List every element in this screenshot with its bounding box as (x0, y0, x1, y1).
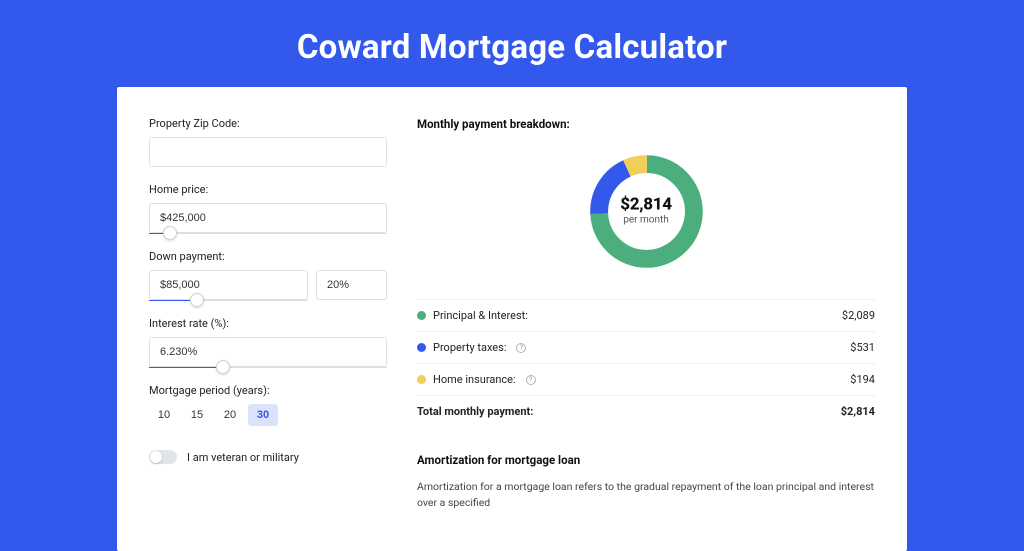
breakdown-column: Monthly payment breakdown: $2,814 per mo… (417, 117, 875, 511)
down-payment-amount-input[interactable] (149, 270, 308, 300)
interest-label: Interest rate (%): (149, 317, 387, 330)
period-field-group: Mortgage period (years): 10 15 20 30 (149, 384, 387, 426)
legend-label: Principal & Interest: (433, 309, 528, 322)
total-value: $2,814 (841, 405, 875, 418)
zip-field-group: Property Zip Code: (149, 117, 387, 167)
down-payment-slider[interactable] (149, 300, 308, 301)
legend-label: Home insurance: (433, 373, 516, 386)
interest-slider[interactable] (149, 367, 387, 368)
down-payment-field-group: Down payment: (149, 250, 387, 301)
donut-center: $2,814 per month (620, 194, 672, 225)
legend-value: $194 (850, 373, 875, 386)
home-price-input[interactable] (149, 203, 387, 233)
calculator-card: Property Zip Code: Home price: Down paym… (117, 87, 907, 551)
period-button-15[interactable]: 15 (182, 404, 212, 426)
legend-row-insurance: Home insurance: ? $194 (417, 363, 875, 395)
toggle-knob (150, 451, 162, 463)
period-button-group: 10 15 20 30 (149, 404, 387, 426)
legend-row-principal: Principal & Interest: $2,089 (417, 299, 875, 331)
slider-thumb[interactable] (163, 226, 177, 240)
legend-row-total: Total monthly payment: $2,814 (417, 395, 875, 427)
page-title: Coward Mortgage Calculator (0, 0, 1024, 87)
donut-per-month: per month (620, 214, 672, 225)
form-column: Property Zip Code: Home price: Down paym… (149, 117, 387, 511)
home-price-label: Home price: (149, 183, 387, 196)
veteran-toggle-row: I am veteran or military (149, 450, 387, 464)
down-payment-label: Down payment: (149, 250, 387, 263)
interest-field-group: Interest rate (%): (149, 317, 387, 368)
total-label: Total monthly payment: (417, 405, 533, 418)
legend-dot-icon (417, 343, 426, 352)
donut-chart-wrap: $2,814 per month (417, 145, 875, 274)
amortization-text: Amortization for a mortgage loan refers … (417, 479, 875, 511)
period-button-10[interactable]: 10 (149, 404, 179, 426)
veteran-label: I am veteran or military (187, 451, 299, 464)
home-price-slider[interactable] (149, 233, 387, 234)
down-payment-percent-input[interactable] (316, 270, 387, 300)
home-price-field-group: Home price: (149, 183, 387, 234)
info-icon[interactable]: ? (516, 343, 526, 353)
period-label: Mortgage period (years): (149, 384, 387, 397)
slider-thumb[interactable] (216, 360, 230, 374)
legend-value: $2,089 (842, 309, 875, 322)
donut-amount: $2,814 (620, 194, 672, 214)
zip-input[interactable] (149, 137, 387, 167)
interest-input[interactable] (149, 337, 387, 367)
amortization-title: Amortization for mortgage loan (417, 453, 875, 467)
legend-value: $531 (850, 341, 875, 354)
legend-dot-icon (417, 375, 426, 384)
legend-row-taxes: Property taxes: ? $531 (417, 331, 875, 363)
legend-dot-icon (417, 311, 426, 320)
slider-thumb[interactable] (190, 293, 204, 307)
period-button-30[interactable]: 30 (248, 404, 278, 426)
period-button-20[interactable]: 20 (215, 404, 245, 426)
zip-label: Property Zip Code: (149, 117, 387, 130)
breakdown-title: Monthly payment breakdown: (417, 117, 875, 131)
info-icon[interactable]: ? (526, 375, 536, 385)
legend-label: Property taxes: (433, 341, 506, 354)
veteran-toggle[interactable] (149, 450, 177, 464)
amortization-section: Amortization for mortgage loan Amortizat… (417, 453, 875, 511)
